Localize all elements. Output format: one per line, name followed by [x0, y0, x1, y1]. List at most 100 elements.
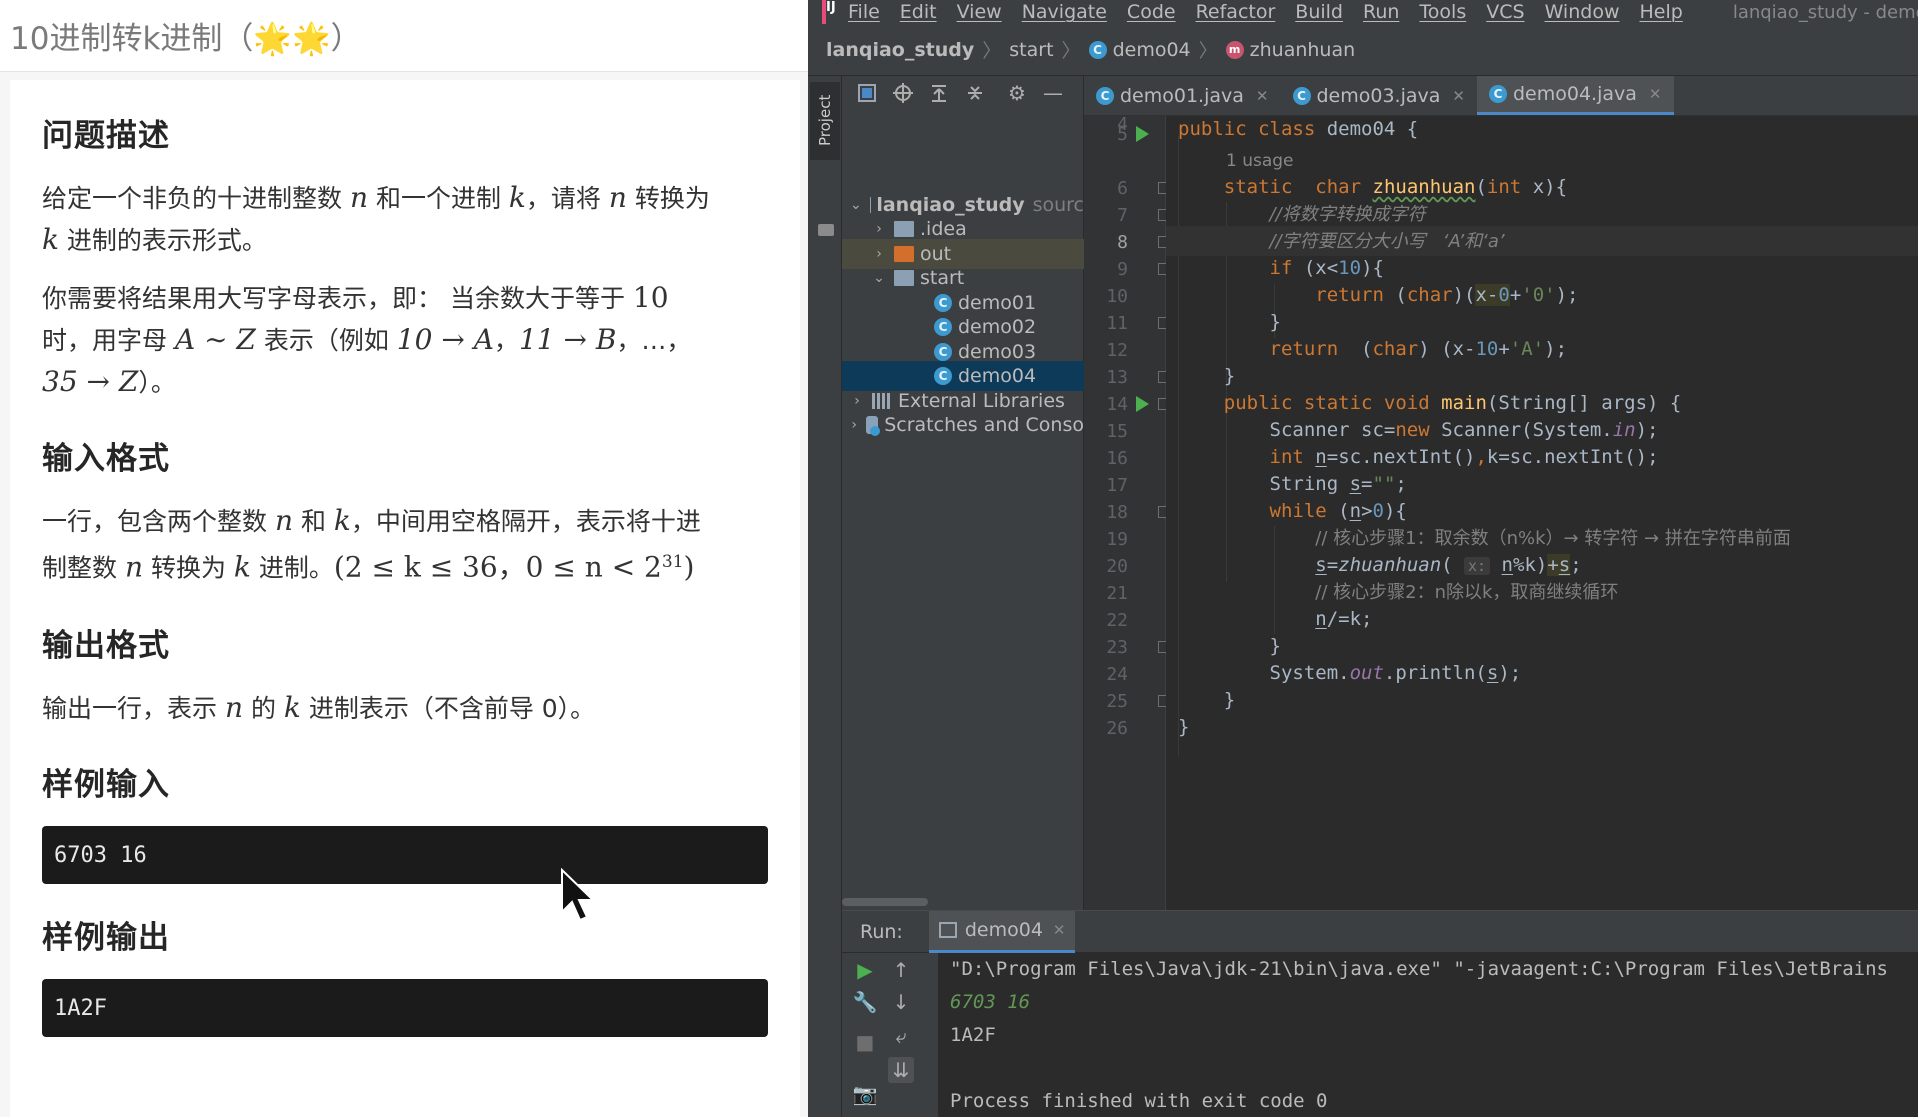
menu-run[interactable]: Run: [1363, 1, 1399, 23]
section-heading-input: 输入格式: [42, 441, 170, 477]
run-panel: Run: demo04 ✕ ▶ ↑ 🔧 ↓ ■ ⤶ 📷 ⇊ "D:\Program…: [842, 910, 1918, 1117]
code-line-7: //将数字转换成字符: [1269, 204, 1426, 225]
breadcrumb-class[interactable]: Cdemo04: [1088, 39, 1191, 61]
menu-help[interactable]: Help: [1639, 1, 1682, 23]
scroll-to-end-icon[interactable]: ⇊: [888, 1057, 914, 1083]
menu-view[interactable]: View: [957, 1, 1002, 23]
soft-wrap-icon[interactable]: ⤶: [888, 1023, 914, 1049]
camera-icon[interactable]: 📷: [852, 1081, 878, 1107]
menu-file[interactable]: File: [848, 1, 880, 23]
problem-title: 10进制转k进制（🌟🌟）: [10, 21, 362, 57]
line-number: 9: [1117, 259, 1128, 280]
breadcrumb-package[interactable]: start: [1009, 39, 1053, 61]
ide-window: File Edit View Navigate Code Refactor Bu…: [808, 0, 1918, 1117]
gear-icon[interactable]: ⚙: [1006, 81, 1028, 105]
panel-select-icon[interactable]: [856, 82, 878, 104]
line-number: 16: [1106, 448, 1128, 469]
folder-icon[interactable]: [818, 224, 834, 236]
code-line-9: if (x<10){: [1269, 257, 1384, 279]
java-class-icon: C: [934, 318, 952, 336]
chevron-right-icon: ›: [851, 417, 857, 433]
code-line-6: static char zhuanhuan(int x){: [1223, 176, 1568, 198]
sample-input-block[interactable]: 6703 16: [42, 826, 768, 885]
chevron-down-icon: ⌄: [850, 197, 862, 213]
sample-output-block[interactable]: 1A2F: [42, 979, 768, 1038]
menu-code[interactable]: Code: [1127, 1, 1176, 23]
java-class-icon: C: [934, 367, 952, 385]
menu-navigate[interactable]: Navigate: [1022, 1, 1107, 23]
console-line: "D:\Program Files\Java\jdk-21\bin\java.e…: [950, 958, 1888, 980]
menu-bar: File Edit View Navigate Code Refactor Bu…: [808, 0, 1918, 24]
folder-icon: [894, 221, 914, 237]
breadcrumb-project[interactable]: lanqiao_study: [826, 39, 974, 61]
code-line-8: //字符要区分大小写 ‘A’和‘a’: [1166, 226, 1918, 256]
chevron-right-icon: 〉: [1198, 40, 1218, 62]
chevron-right-icon: ›: [876, 246, 882, 262]
java-class-icon: C: [1096, 86, 1114, 105]
arrow-up-icon[interactable]: ↑: [888, 957, 914, 983]
close-icon[interactable]: ✕: [1256, 87, 1269, 105]
breadcrumb-method[interactable]: m zhuanhuan: [1225, 39, 1355, 61]
menu-window[interactable]: Window: [1545, 1, 1620, 23]
arrow-down-icon[interactable]: ↓: [888, 989, 914, 1015]
run-label: Run:: [860, 920, 903, 943]
intellij-logo-icon: [822, 0, 836, 24]
expand-all-icon[interactable]: [928, 82, 950, 104]
run-gutter-icon[interactable]: [1136, 126, 1149, 142]
tab-demo01[interactable]: Cdemo01.java ✕: [1084, 76, 1281, 115]
stop-icon[interactable]: ■: [852, 1029, 878, 1055]
section-heading-sample-input: 样例输入: [42, 767, 170, 804]
menu-vcs[interactable]: VCS: [1486, 1, 1524, 23]
excluded-folder-icon: [894, 246, 914, 262]
tree-item-scratches[interactable]: › Scratches and Conso: [842, 410, 1084, 440]
line-number: 25: [1106, 691, 1128, 712]
menu-refactor[interactable]: Refactor: [1196, 1, 1276, 23]
project-tool-tab[interactable]: Project: [810, 82, 840, 160]
menu-build[interactable]: Build: [1295, 1, 1343, 23]
breadcrumb: lanqiao_study 〉 start 〉 Cdemo04 〉 m zhuan…: [808, 24, 1918, 76]
run-tab-demo04[interactable]: demo04 ✕: [928, 910, 1076, 953]
java-class-icon: C: [934, 343, 952, 361]
tab-demo04[interactable]: Cdemo04.java ✕: [1477, 76, 1674, 115]
chevron-right-icon: ›: [876, 221, 882, 237]
wrench-icon[interactable]: 🔧: [852, 989, 878, 1015]
line-number: 7: [1117, 205, 1128, 226]
rerun-icon[interactable]: ▶: [852, 957, 878, 983]
collapse-all-icon[interactable]: [964, 82, 986, 104]
section-heading-description: 问题描述: [42, 118, 170, 154]
description-para-1: 给定一个非负的十进制整数 n 和一个进制 k，请将 n 转换为 k 进制的表示形式…: [42, 181, 710, 256]
line-number: 5: [1117, 124, 1128, 145]
code-line-17: String s="";: [1178, 473, 1407, 495]
line-number: 14: [1106, 394, 1128, 415]
horizontal-scrollbar[interactable]: [842, 898, 928, 906]
close-icon[interactable]: ✕: [1452, 87, 1465, 105]
project-toolbar: ⚙ —: [842, 76, 1083, 110]
code-line-24: System.out.println(s);: [1178, 662, 1522, 684]
code-editor[interactable]: public class demo04 { 1 usage static cha…: [1166, 116, 1918, 910]
console-icon: [938, 922, 957, 938]
project-folder-icon: [869, 197, 871, 213]
console-input-line: 6703 16: [950, 991, 1031, 1013]
run-gutter-icon[interactable]: [1136, 396, 1149, 412]
close-icon[interactable]: ✕: [1053, 921, 1066, 939]
menu-tools[interactable]: Tools: [1419, 1, 1466, 23]
locate-target-icon[interactable]: [892, 82, 914, 104]
code-line-20: s=zhuanhuan( x: n%k)+s;: [1315, 554, 1582, 576]
line-number: 19: [1106, 529, 1128, 550]
menu-edit[interactable]: Edit: [900, 1, 937, 23]
close-icon[interactable]: ✕: [1649, 85, 1662, 103]
line-number: 11: [1106, 313, 1128, 334]
usage-hint[interactable]: 1 usage: [1226, 145, 1294, 175]
code-line-14: public static void main(String[] args) {: [1223, 392, 1682, 414]
console-output[interactable]: "D:\Program Files\Java\jdk-21\bin\java.e…: [938, 953, 1918, 1117]
code-line-16: int n=sc.nextInt(),k=sc.nextInt();: [1269, 446, 1659, 468]
star-icons: 🌟🌟: [253, 21, 331, 57]
line-number: 20: [1106, 556, 1128, 577]
code-line-18: while (n>0){: [1269, 500, 1407, 522]
run-panel-header: Run: demo04 ✕: [842, 910, 1918, 953]
code-line-19: // 核心步骤1：取余数（n%k）→ 转字符 → 拼在字符串前面: [1315, 528, 1791, 549]
minimize-icon[interactable]: —: [1042, 81, 1064, 105]
tab-demo03[interactable]: Cdemo03.java ✕: [1281, 76, 1478, 115]
console-line: 1A2F: [950, 1024, 996, 1046]
editor-tabs: Cdemo01.java ✕ Cdemo03.java ✕ Cdemo04.java…: [1084, 76, 1918, 116]
